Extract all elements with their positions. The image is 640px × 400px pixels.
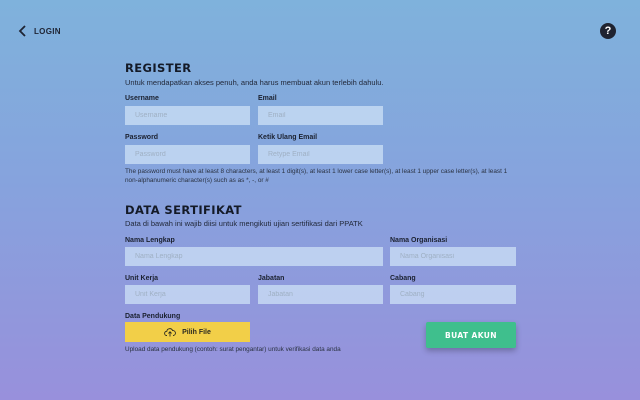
certificate-title: DATA SERTIFIKAT <box>125 203 242 217</box>
choose-file-button[interactable]: Pilih File <box>125 322 250 342</box>
full-name-label: Nama Lengkap <box>125 237 175 244</box>
full-name-input[interactable] <box>125 247 383 266</box>
retype-email-input[interactable] <box>258 145 383 164</box>
help-icon[interactable]: ? <box>600 23 616 39</box>
branch-label: Cabang <box>390 275 416 282</box>
upload-note: Upload data pendukung (contoh: surat pen… <box>125 346 341 353</box>
password-label: Password <box>125 134 159 141</box>
chevron-left-icon <box>18 25 26 37</box>
retype-email-label: Ketik Ulang Email <box>258 134 318 141</box>
password-input[interactable] <box>125 145 250 164</box>
create-account-button[interactable]: BUAT AKUN <box>426 322 516 348</box>
certificate-description: Data di bawah ini wajib diisi untuk meng… <box>125 219 363 228</box>
password-rules-note: The password must have at least 8 charac… <box>125 168 508 184</box>
position-input[interactable] <box>258 285 383 304</box>
cloud-upload-icon <box>164 328 176 337</box>
email-input[interactable] <box>258 106 383 125</box>
back-to-login-button[interactable]: LOGIN <box>18 25 61 37</box>
register-description: Untuk mendapatkan akses penuh, anda haru… <box>125 78 384 87</box>
email-label: Email <box>258 95 277 102</box>
position-label: Jabatan <box>258 275 285 282</box>
choose-file-label: Pilih File <box>182 328 211 336</box>
back-label: LOGIN <box>34 26 61 36</box>
work-unit-input[interactable] <box>125 285 250 304</box>
supporting-data-label: Data Pendukung <box>125 313 181 320</box>
register-title: REGISTER <box>125 61 192 75</box>
username-input[interactable] <box>125 106 250 125</box>
username-label: Username <box>125 95 159 102</box>
organization-label: Nama Organisasi <box>390 237 448 244</box>
organization-input[interactable] <box>390 247 516 266</box>
branch-input[interactable] <box>390 285 516 304</box>
work-unit-label: Unit Kerja <box>125 275 159 282</box>
